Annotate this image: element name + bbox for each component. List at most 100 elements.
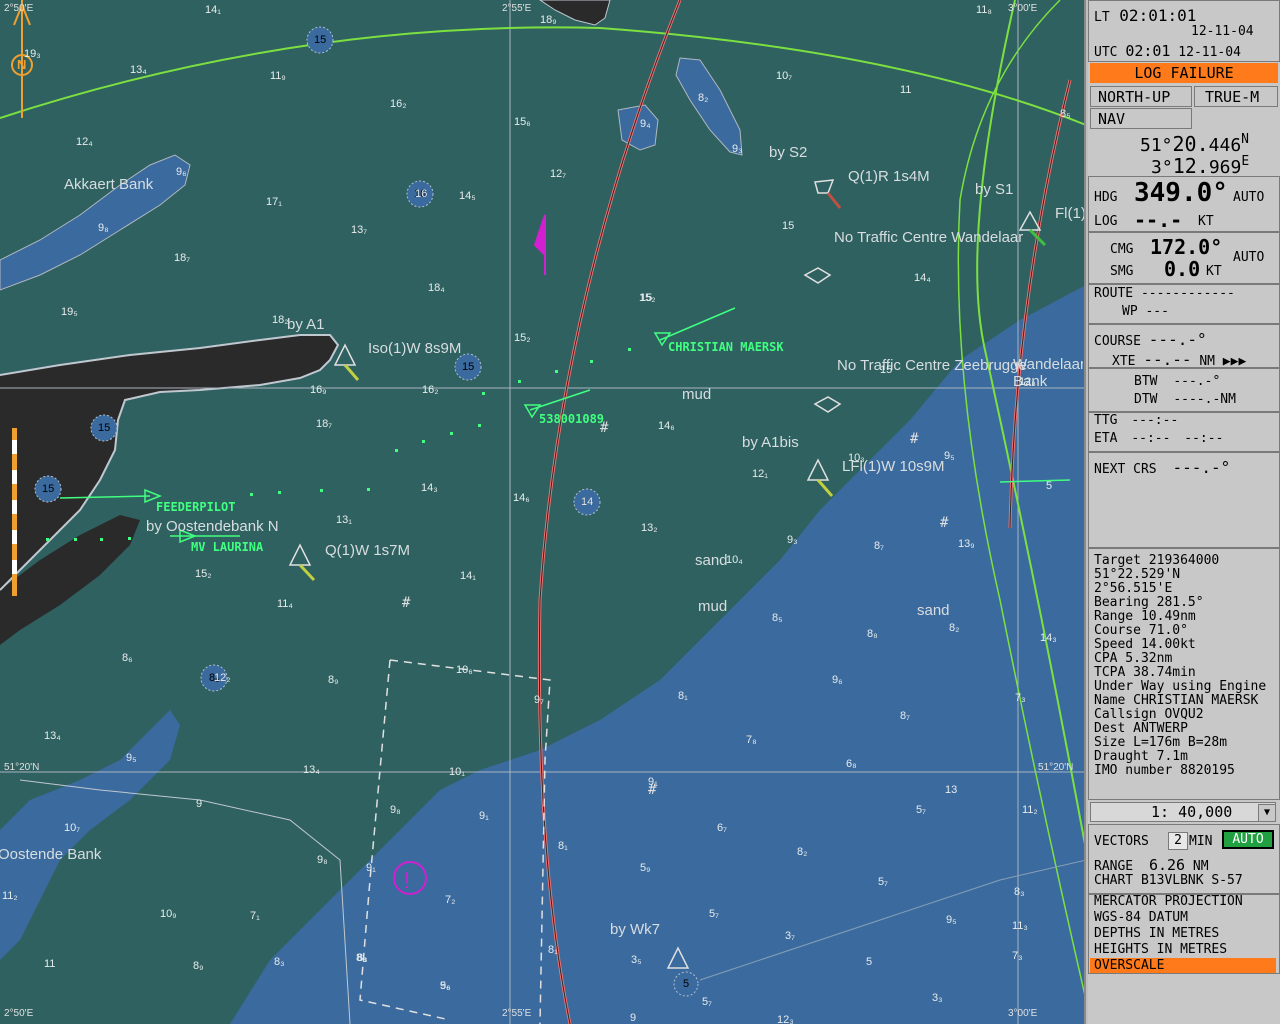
depth-sounding: 12₄ [76, 136, 93, 148]
depth-sounding: 7₃ [1012, 950, 1023, 962]
alarm-log-failure[interactable]: LOG FAILURE [1090, 63, 1278, 83]
deep-water-area [230, 286, 1084, 1024]
depth-sounding: 13 [945, 784, 958, 796]
depth-sounding: 12₃ [777, 1014, 794, 1024]
depth-sounding: 14₃ [1040, 632, 1057, 644]
dark-bank-area [0, 335, 338, 590]
target-info-line: Draught 7.1m [1094, 749, 1188, 764]
buoy-light: Iso(1)W 8s9M [368, 340, 462, 357]
depth-sounding: 5₇ [916, 804, 926, 816]
depth-sounding: 8₁ [558, 840, 568, 852]
buoy-name: by Oostendebank N [146, 518, 279, 535]
depth-sounding: 11₄ [277, 598, 293, 610]
vessel-label-christian-maersk[interactable]: CHRISTIAN MAERSK [668, 340, 784, 354]
buoy-light: Q(1)R 1s4M [848, 168, 930, 185]
vectors-input[interactable]: 2 [1168, 832, 1188, 850]
depth-sounding: 14₄ [914, 272, 931, 284]
depth-sounding: 9₁ [648, 776, 658, 788]
target-info-line: 51°22.529'N [1094, 567, 1181, 582]
depth-label: 15 [98, 422, 111, 434]
eta-label: ETA [1094, 431, 1118, 446]
vectors-auto-button[interactable]: AUTO [1222, 830, 1274, 849]
depth-sounding: 16₂ [390, 98, 407, 110]
depth-label: 15 [42, 483, 55, 495]
utc-label: UTC [1094, 45, 1118, 60]
depth-sounding: 11 [44, 958, 56, 970]
depth-sounding: 10₇ [64, 822, 81, 834]
grid-label-top: 2°50'E [4, 3, 34, 14]
ttg-label: TTG [1094, 413, 1118, 428]
vessel-label-feederpilot[interactable]: FEEDERPILOT [156, 500, 235, 514]
target-info-line: Range 10.49nm [1094, 609, 1196, 624]
lat-dec: 446 [1208, 135, 1242, 156]
depth-sounding: 5₇ [709, 908, 719, 920]
depth-sounding: 15 [782, 220, 795, 232]
svg-text:!: ! [404, 868, 410, 893]
depth-sounding: 6₇ [717, 822, 727, 834]
depth-sounding: 14₁ [205, 4, 221, 16]
depth-sounding: 15₂ [514, 332, 531, 344]
next-crs-label: NEXT CRS [1094, 462, 1157, 477]
green-boundary-arc [0, 26, 1084, 126]
target-info-line: Size L=176m B=28m [1094, 735, 1228, 750]
depth-sounding: 8₃ [357, 952, 368, 964]
depth-sounding: 18₇ [174, 252, 191, 264]
depth-sounding: 8₂ [698, 92, 709, 104]
depth-sounding: 13₇ [351, 224, 368, 236]
depth-sounding: 15₂ [195, 568, 212, 580]
chart-label: CHART [1094, 873, 1134, 888]
eta-date: --:-- [1184, 431, 1224, 446]
depth-sounding: 18₇ [316, 418, 333, 430]
depth-sounding: 10₉ [160, 908, 177, 920]
nautical-chart[interactable]: ! # # # # # 15 16 15 15 15 14 8₆ 5 N Akk… [0, 0, 1086, 1024]
lon-dec: 969 [1208, 157, 1242, 178]
depth-sounding: 5 [866, 956, 873, 968]
shoal-s2 [675, 57, 743, 156]
depth-sounding: 9₃ [732, 143, 743, 155]
depth-sounding: 7₁ [250, 910, 260, 922]
range-unit: NM [1192, 859, 1209, 874]
btw-label: BTW [1134, 374, 1158, 389]
lt-time: 02:01:01 [1119, 6, 1197, 25]
depth-sounding: 17₁ [266, 196, 282, 208]
buoy-name: by A1 [287, 316, 325, 333]
depth-sounding: 10₆ [456, 664, 473, 676]
depth-sounding: 8₂ [797, 846, 808, 858]
grid-label-right: 51°20'N [1038, 762, 1074, 773]
depth-sounding: 8₂ [949, 622, 960, 634]
depth-sounding: 9₁ [479, 810, 489, 822]
depth-sounding: 9₇ [534, 694, 544, 706]
motion-button[interactable]: TRUE-M [1205, 88, 1280, 106]
buoy-name: by S1 [975, 181, 1014, 198]
grid-label-top: 2°55'E [502, 3, 532, 14]
depth-sounding: 10₃ [848, 452, 865, 464]
depth-sounding: 5₇ [702, 996, 712, 1008]
nav-mode-button[interactable]: NAV [1098, 110, 1280, 128]
dtw-value: ----.- [1173, 392, 1221, 407]
target-info-line: TCPA 38.74min [1094, 665, 1196, 680]
depth-sounding: 7₈ [746, 734, 757, 746]
chart-value: B13VLBNK S-57 [1140, 873, 1243, 888]
depth-sounding: 3₃ [932, 992, 943, 1004]
route-label: ROUTE [1094, 286, 1134, 301]
target-info-line: Dest ANTWERP [1094, 721, 1188, 736]
depth-sounding: 9₈ [390, 804, 401, 816]
depth-sounding: 16₉ [310, 384, 327, 396]
seabed-label: sand [695, 552, 728, 569]
depth-sounding: 9₆ [832, 674, 843, 686]
vessel-label-538001089[interactable]: 538001089 [539, 412, 604, 426]
seabed-label: sand [917, 602, 950, 619]
depth-sounding: 9₈ [98, 222, 109, 234]
lat-deg: 51° [1140, 135, 1173, 156]
depth-sounding: 5₆ [440, 980, 451, 992]
scale-dropdown-icon[interactable]: ▼ [1258, 804, 1276, 822]
xte-value: --.-- [1143, 350, 1192, 369]
depth-sounding: 8₁ [548, 944, 558, 956]
target-info-line: Speed 14.00kt [1094, 637, 1196, 652]
target-info-line: IMO number 8820195 [1094, 763, 1235, 778]
vessel-label-mv-laurina[interactable]: MV LAURINA [191, 540, 263, 554]
lt-date: 12-11-04 [1191, 24, 1254, 39]
course-value: ---.-° [1148, 330, 1207, 349]
info-projection: MERCATOR PROJECTION [1094, 894, 1243, 909]
route-value[interactable]: ------------ [1141, 286, 1235, 301]
